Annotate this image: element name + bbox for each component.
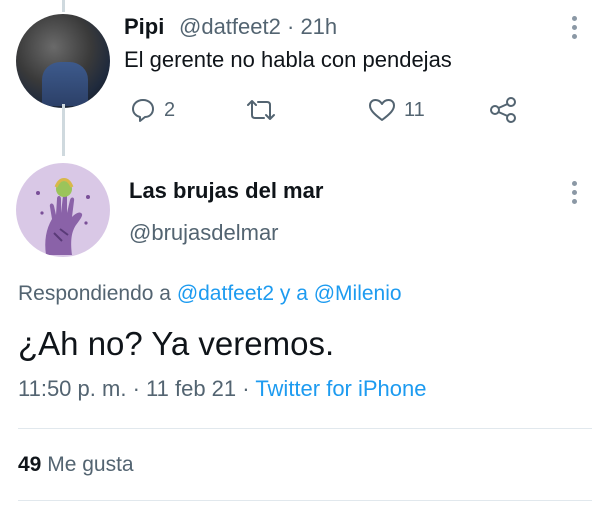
replying-prefix: Respondiendo a xyxy=(18,282,171,305)
share-icon xyxy=(490,97,516,123)
thread-line-top xyxy=(62,0,65,12)
reply-button[interactable]: 2 xyxy=(130,96,175,124)
likes-label: Me gusta xyxy=(47,453,134,476)
divider xyxy=(18,500,592,501)
tweet-client[interactable]: Twitter for iPhone xyxy=(255,376,426,401)
retweet-icon xyxy=(247,100,275,120)
more-icon[interactable] xyxy=(572,181,578,207)
parent-display-name[interactable]: Pipi xyxy=(124,14,164,40)
avatar-pipi[interactable] xyxy=(16,14,110,108)
parent-time: 21h xyxy=(300,14,338,39)
like-icon xyxy=(369,99,395,121)
parent-handle: @datfeet2 xyxy=(179,14,281,39)
main-handle[interactable]: @brujasdelmar xyxy=(129,220,279,246)
likes-summary[interactable]: 49 Me gusta xyxy=(18,453,134,477)
likes-count: 49 xyxy=(18,453,42,476)
meta-separator: · xyxy=(132,376,140,401)
like-count: 11 xyxy=(404,98,425,121)
retweet-button[interactable] xyxy=(244,96,278,124)
witch-hand-logo xyxy=(36,178,90,255)
parent-separator: · xyxy=(286,14,295,39)
reply-count: 2 xyxy=(164,98,176,121)
avatar-brujasdelmar[interactable] xyxy=(16,163,110,257)
like-button[interactable]: 11 xyxy=(368,96,425,124)
thread-line-connector xyxy=(62,104,65,156)
more-icon[interactable] xyxy=(572,16,578,42)
tweet-date[interactable]: 11 feb 21 xyxy=(146,376,236,401)
avatar-photo-content xyxy=(42,62,88,106)
divider xyxy=(18,428,592,429)
main-tweet-text: ¿Ah no? Ya veremos. xyxy=(18,325,335,362)
reply-icon xyxy=(132,99,154,122)
replying-to: Respondiendo a @datfeet2 y a @Milenio xyxy=(18,282,402,306)
parent-handle-time[interactable]: @datfeet2 · 21h xyxy=(179,14,337,40)
share-button[interactable] xyxy=(488,96,518,124)
mention-milenio[interactable]: @Milenio xyxy=(314,282,402,305)
main-display-name[interactable]: Las brujas del mar xyxy=(129,178,323,204)
replying-join[interactable]: y a xyxy=(280,282,308,305)
meta-separator: · xyxy=(242,376,250,401)
mention-datfeet2[interactable]: @datfeet2 xyxy=(177,282,274,305)
tweet-meta: 11:50 p. m. · 11 feb 21 · Twitter for iP… xyxy=(18,376,427,402)
tweet-time[interactable]: 11:50 p. m. xyxy=(18,376,126,401)
parent-tweet-text: El gerente no habla con pendejas xyxy=(124,47,452,72)
